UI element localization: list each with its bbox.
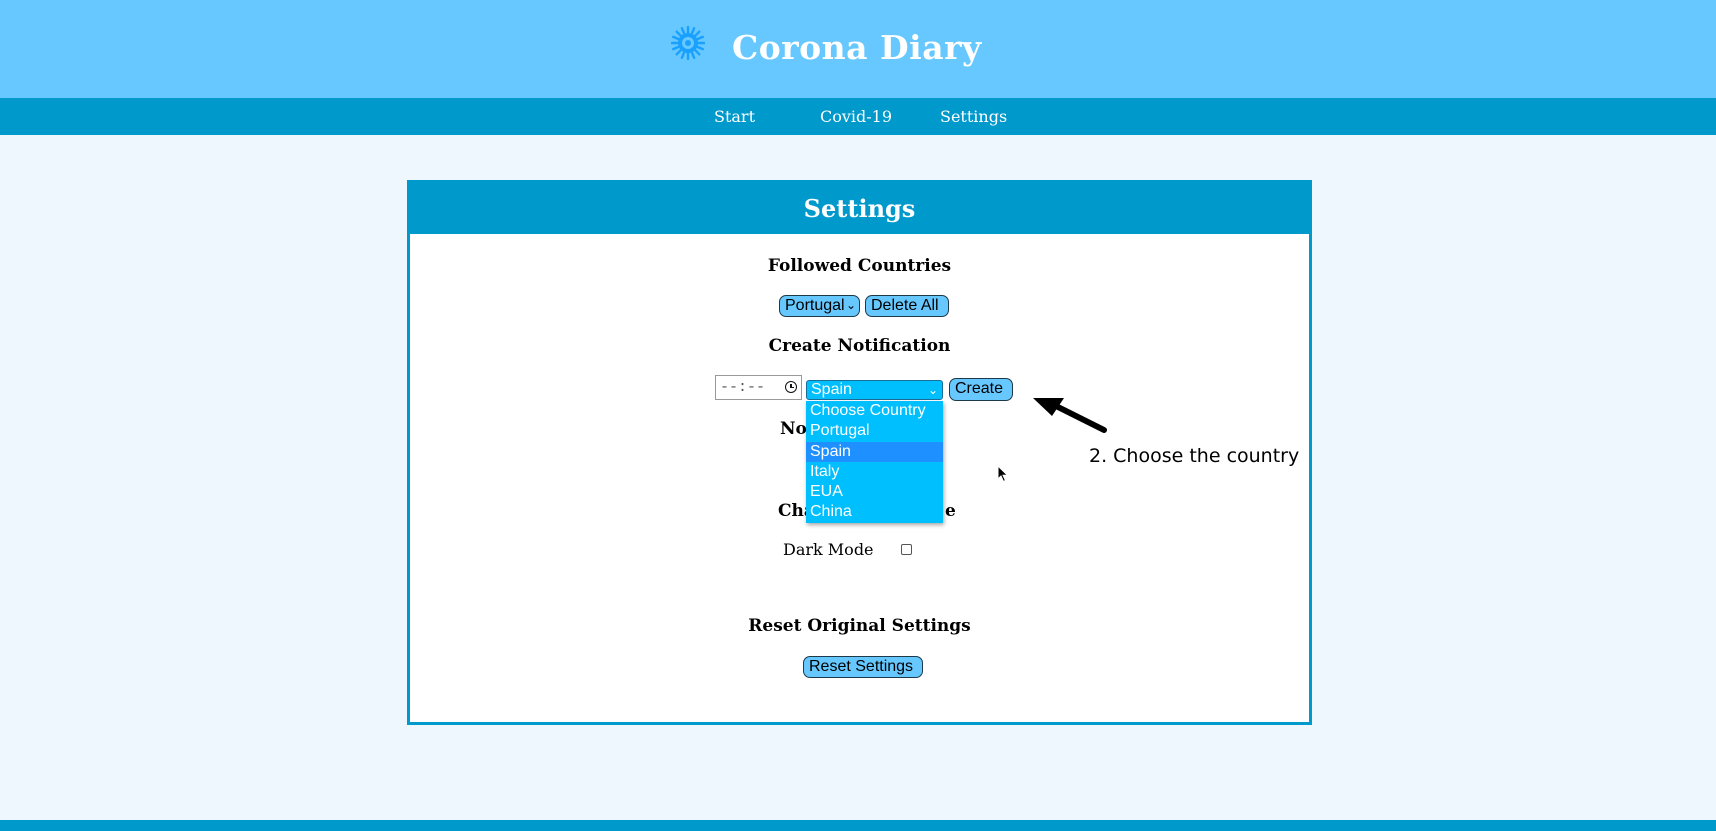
dropdown-option-italy[interactable]: Italy — [806, 462, 943, 482]
site-header: Corona Diary — [0, 0, 1716, 98]
create-notification-button[interactable]: Create — [949, 378, 1013, 401]
main-nav: Start Covid-19 Settings — [0, 98, 1716, 135]
virus-icon — [671, 26, 705, 60]
clock-icon — [785, 381, 797, 393]
chevron-down-icon: ⌄ — [845, 298, 856, 312]
dropdown-option-spain[interactable]: Spain — [806, 441, 943, 462]
chevron-down-icon: ⌄ — [927, 383, 938, 397]
delete-all-button[interactable]: Delete All — [865, 295, 949, 317]
site-title: Corona Diary — [732, 28, 982, 67]
notification-country-value: Spain — [811, 381, 852, 398]
notification-country-select[interactable]: Spain ⌄ — [806, 380, 943, 400]
dark-mode-label: Dark Mode — [783, 540, 874, 559]
country-dropdown-list: Choose Country Portugal Spain Italy EUA … — [806, 401, 943, 523]
site-footer — [0, 820, 1716, 831]
notification-time-input[interactable]: --:-- — [715, 375, 802, 400]
mouse-cursor-icon — [997, 465, 1009, 483]
dark-mode-checkbox[interactable] — [901, 544, 912, 555]
nav-item-settings[interactable]: Settings — [940, 107, 1007, 126]
dropdown-option-eua[interactable]: EUA — [806, 482, 943, 502]
reset-settings-button[interactable]: Reset Settings — [803, 656, 923, 678]
nav-item-start[interactable]: Start — [714, 107, 755, 126]
reset-settings-heading: Reset Original Settings — [748, 616, 971, 636]
nav-item-covid-19[interactable]: Covid-19 — [820, 107, 892, 126]
dropdown-option-china[interactable]: China — [806, 502, 943, 522]
settings-panel-title: Settings — [410, 183, 1309, 234]
annotation-arrow-icon — [1033, 398, 1107, 433]
followed-countries-heading: Followed Countries — [767, 256, 952, 276]
notification-time-value: --:-- — [720, 379, 766, 396]
create-notification-heading: Create Notification — [768, 336, 951, 356]
theme-heading-fragment-right: e — [945, 501, 956, 521]
followed-countries-select-value: Portugal — [785, 297, 845, 314]
followed-countries-select[interactable]: Portugal ⌄ — [779, 295, 860, 317]
annotation-text: 2. Choose the country — [1089, 445, 1300, 467]
dropdown-option-portugal[interactable]: Portugal — [806, 421, 943, 441]
dropdown-option-choose-country[interactable]: Choose Country — [806, 401, 943, 421]
